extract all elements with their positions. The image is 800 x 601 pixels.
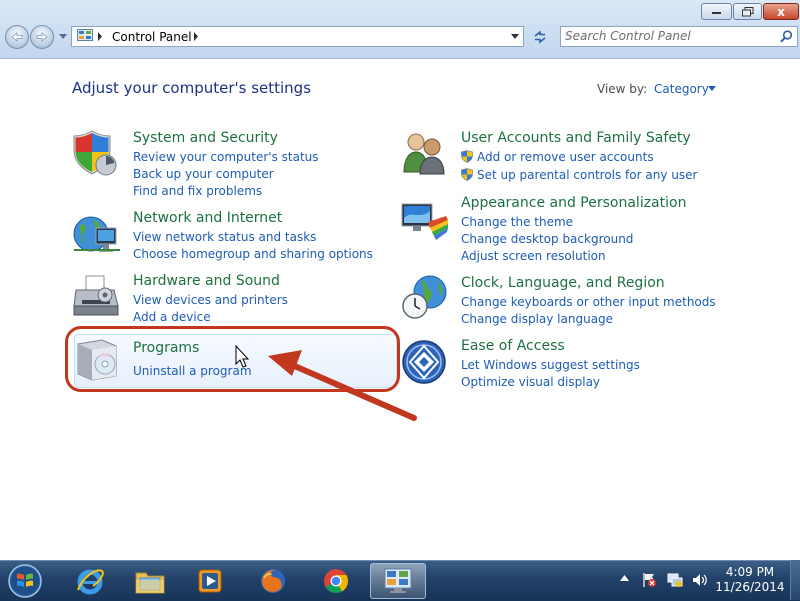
page-title: Adjust your computer's settings	[72, 79, 312, 97]
address-history-chevron-icon[interactable]	[511, 34, 519, 39]
system-clock[interactable]: 4:09 PM 11/26/2014	[712, 565, 788, 595]
homegroup-sharing-link[interactable]: Choose homegroup and sharing options	[133, 247, 373, 261]
network-globe-icon	[73, 216, 120, 252]
appearance-title[interactable]: Appearance and Personalization	[461, 195, 686, 211]
add-remove-accounts-link[interactable]: Add or remove user accounts	[477, 150, 654, 164]
hardware-sound-title[interactable]: Hardware and Sound	[133, 273, 280, 289]
action-center-flag-icon[interactable]	[641, 572, 657, 588]
network-status-link[interactable]: View network status and tasks	[133, 230, 316, 244]
start-button[interactable]	[4, 563, 46, 599]
taskbar-control-panel[interactable]	[370, 563, 426, 599]
user-accounts-people-icon	[403, 133, 445, 175]
user-accounts-title[interactable]: User Accounts and Family Safety	[461, 130, 691, 146]
review-status-link[interactable]: Review your computer's status	[133, 150, 319, 164]
search-icon[interactable]	[780, 30, 793, 43]
breadcrumb-control-panel[interactable]: Control Panel	[112, 30, 192, 44]
back-up-link[interactable]: Back up your computer	[133, 167, 274, 181]
internet-explorer-icon	[77, 569, 104, 595]
appearance-monitor-icon	[401, 203, 448, 240]
show-desktop-button[interactable]	[790, 560, 800, 600]
firefox-icon	[261, 569, 285, 593]
system-security-shield-icon	[73, 130, 117, 176]
devices-printers-link[interactable]: View devices and printers	[133, 293, 288, 307]
breadcrumb-separator-icon[interactable]	[193, 32, 199, 41]
media-player-icon	[198, 569, 222, 593]
close-button[interactable]: x	[763, 3, 799, 20]
forward-arrow-icon	[36, 32, 48, 42]
restore-button[interactable]	[733, 3, 762, 20]
keyboards-input-link[interactable]: Change keyboards or other input methods	[461, 295, 716, 309]
minimize-button[interactable]	[701, 3, 732, 20]
back-button[interactable]	[5, 25, 29, 49]
clock-globe-icon	[402, 275, 447, 319]
control-panel-icon	[77, 29, 93, 41]
display-language-link[interactable]: Change display language	[461, 312, 613, 326]
view-by-label: View by:	[597, 82, 648, 96]
back-arrow-icon	[11, 32, 23, 42]
screen-resolution-link[interactable]: Adjust screen resolution	[461, 249, 606, 263]
breadcrumb-separator-icon[interactable]	[97, 32, 103, 41]
taskbar-chrome[interactable]	[308, 563, 364, 599]
network-status-icon[interactable]	[667, 572, 683, 588]
close-icon: x	[777, 4, 785, 19]
show-hidden-icons-chevron-up-icon[interactable]	[620, 575, 629, 581]
view-by-dropdown[interactable]: Category	[654, 82, 709, 96]
system-security-title[interactable]: System and Security	[133, 130, 278, 146]
change-theme-link[interactable]: Change the theme	[461, 215, 573, 229]
minimize-icon	[711, 11, 721, 14]
clock-date: 11/26/2014	[715, 580, 785, 594]
search-field[interactable]	[560, 26, 798, 47]
forward-button[interactable]	[30, 25, 54, 49]
add-device-link[interactable]: Add a device	[133, 310, 211, 324]
desktop-background-link[interactable]: Change desktop background	[461, 232, 633, 246]
restore-icon	[741, 6, 753, 16]
folder-icon	[135, 572, 165, 594]
search-input[interactable]	[565, 29, 765, 43]
ease-of-access-icon	[402, 340, 446, 384]
uac-shield-icon	[461, 168, 473, 181]
view-by-chevron-down-icon[interactable]	[708, 86, 716, 91]
refresh-button[interactable]	[527, 26, 552, 47]
taskbar-windows-explorer[interactable]	[122, 563, 178, 599]
chrome-icon	[324, 569, 349, 594]
address-bar[interactable]: Control Panel	[71, 26, 524, 47]
hardware-printer-icon	[73, 275, 119, 316]
uac-shield-icon	[461, 150, 473, 163]
programs-highlight-outline	[65, 326, 400, 392]
taskbar-internet-explorer[interactable]	[62, 563, 118, 599]
window-chrome: x Control Panel	[0, 0, 800, 59]
taskbar-firefox[interactable]	[245, 563, 301, 599]
parental-controls-link[interactable]: Set up parental controls for any user	[477, 168, 697, 182]
control-panel-icon	[384, 568, 412, 593]
find-fix-problems-link[interactable]: Find and fix problems	[133, 184, 262, 198]
volume-icon[interactable]	[692, 572, 708, 588]
clock-time: 4:09 PM	[725, 565, 775, 579]
taskbar-media-player[interactable]	[182, 563, 238, 599]
clock-region-title[interactable]: Clock, Language, and Region	[461, 275, 665, 291]
ease-access-title[interactable]: Ease of Access	[461, 338, 565, 354]
taskbar	[0, 560, 800, 601]
recent-pages-chevron-icon[interactable]	[59, 34, 67, 40]
optimize-display-link[interactable]: Optimize visual display	[461, 375, 600, 389]
windows-suggest-link[interactable]: Let Windows suggest settings	[461, 358, 640, 372]
refresh-icon	[534, 29, 545, 44]
network-internet-title[interactable]: Network and Internet	[133, 210, 282, 226]
